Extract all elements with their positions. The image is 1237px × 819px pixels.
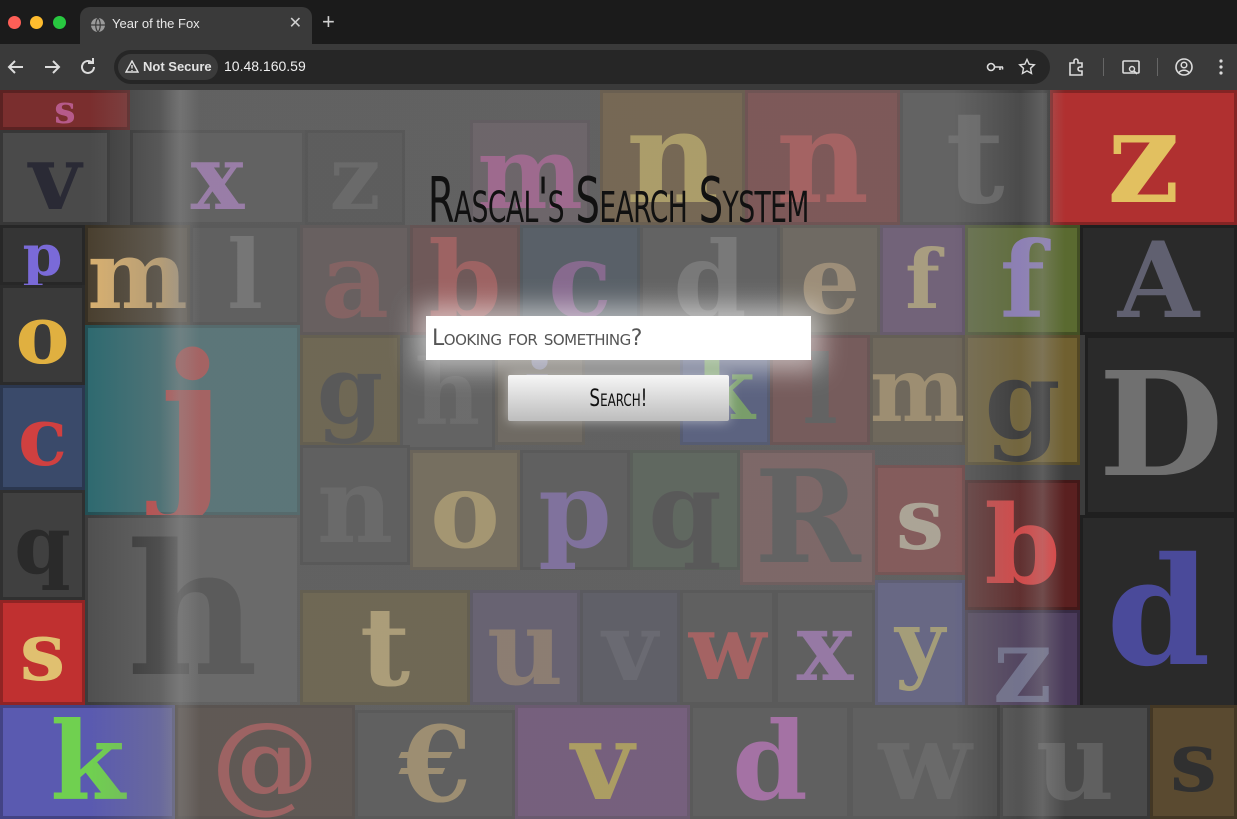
reload-icon[interactable]: [76, 55, 100, 79]
letter-tile: v: [515, 705, 690, 819]
letter-tile: v: [580, 590, 680, 705]
letter-tile: o: [410, 450, 520, 570]
page-title: Rascal's Search System: [427, 164, 810, 237]
background-fade-overlay: [1020, 90, 1065, 819]
security-label: Not Secure: [143, 59, 212, 74]
search-button-label: Search!: [589, 384, 648, 412]
puzzle-icon[interactable]: [1066, 56, 1088, 78]
close-icon[interactable]: ✕: [289, 14, 302, 34]
letter-tile: q: [0, 490, 85, 600]
letter-tile: d: [690, 705, 850, 819]
star-icon[interactable]: [1018, 58, 1036, 76]
letter-tile: y: [875, 580, 965, 705]
profile-icon[interactable]: [1173, 56, 1195, 78]
letter-tile: p: [0, 225, 85, 285]
letter-tile: p: [520, 450, 630, 570]
letter-tile: €: [355, 710, 515, 819]
letter-tile: w: [850, 705, 1000, 819]
letter-tile: A: [1080, 225, 1237, 335]
toolbar-separator: [1157, 58, 1158, 76]
page-viewport: svxzmnntzpmlabcdeffAojghiklmgDcqhnopqRsb…: [0, 90, 1237, 819]
letter-tile: s: [875, 465, 965, 575]
letter-tile: D: [1085, 335, 1237, 515]
kebab-menu-icon[interactable]: [1210, 56, 1232, 78]
search-button[interactable]: Search!: [508, 375, 729, 421]
search-field-wrapper: [426, 316, 811, 360]
browser-tab[interactable]: Year of the Fox ✕: [80, 7, 312, 44]
window-maximize-button[interactable]: [53, 16, 66, 29]
letter-tile: g: [300, 335, 400, 445]
letter-tile: R: [740, 450, 875, 585]
globe-icon: [91, 17, 105, 33]
letter-tile: a: [300, 225, 410, 335]
letter-tile: @: [175, 705, 355, 819]
window-minimize-button[interactable]: [30, 16, 43, 29]
key-icon[interactable]: [986, 58, 1004, 76]
forward-arrow-icon[interactable]: [40, 55, 64, 79]
window-close-button[interactable]: [8, 16, 21, 29]
letter-tile: w: [680, 590, 775, 705]
media-router-icon[interactable]: [1120, 56, 1142, 78]
letter-tile: u: [470, 590, 580, 705]
browser-toolbar: Not Secure 10.48.160.59: [0, 44, 1237, 90]
letter-tile: q: [630, 450, 740, 570]
toolbar-separator: [1103, 58, 1104, 76]
letter-tile: z: [1050, 90, 1237, 225]
address-bar[interactable]: Not Secure 10.48.160.59: [114, 50, 1050, 84]
letter-tile: x: [775, 590, 875, 705]
back-arrow-icon[interactable]: [4, 55, 28, 79]
letter-tile: l: [190, 225, 300, 325]
background-fade-overlay: [160, 90, 200, 819]
letter-tile: o: [0, 285, 85, 385]
letter-tile: s: [0, 90, 130, 130]
tab-bar: Year of the Fox ✕ +: [0, 0, 1237, 44]
letter-tile: n: [300, 445, 410, 565]
search-input[interactable]: [426, 316, 811, 360]
security-chip[interactable]: Not Secure: [118, 54, 218, 80]
letter-tile: s: [0, 600, 85, 705]
tab-title: Year of the Fox: [112, 16, 200, 31]
url-text[interactable]: 10.48.160.59: [224, 58, 306, 74]
letter-tile: s: [1150, 705, 1237, 819]
letter-tile: f: [880, 225, 965, 335]
letter-tile: t: [300, 590, 470, 705]
warning-icon: [125, 60, 139, 73]
letter-tile: k: [0, 705, 175, 819]
letter-tile: d: [1080, 515, 1237, 710]
letter-tile: c: [0, 385, 85, 490]
letter-tile: m: [870, 335, 965, 445]
letter-tile: v: [0, 130, 110, 225]
plus-icon[interactable]: +: [322, 10, 335, 34]
